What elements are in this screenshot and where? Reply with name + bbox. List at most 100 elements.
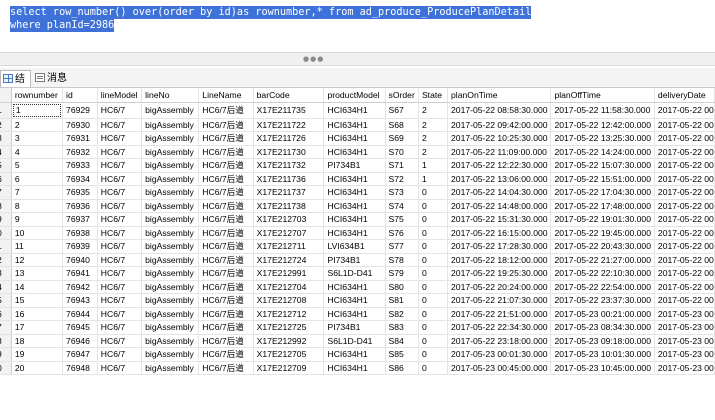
cell-lineno[interactable]: bigAssembly (141, 320, 200, 335)
cell-barcode[interactable]: X17E212992 (253, 334, 325, 348)
table-row[interactable]: 2276930HC6/7bigAssemblyHC6/7后道X17E211722… (0, 118, 715, 132)
cell-linemodel[interactable]: HC6/7 (97, 320, 143, 335)
cell-linemodel[interactable]: HC6/7 (97, 102, 143, 119)
cell-sorder[interactable]: S85 (385, 347, 419, 362)
cell-id[interactable]: 76936 (62, 199, 98, 213)
cell-planofftime[interactable]: 2017-05-23 10:01:30.000 (550, 347, 655, 362)
cell-sorder[interactable]: S70 (385, 145, 419, 159)
table-row[interactable]: 4476932HC6/7bigAssemblyHC6/7后道X17E211730… (0, 145, 715, 159)
cell-linename[interactable]: HC6/7后道 (198, 118, 254, 132)
cell-sorder[interactable]: S68 (385, 118, 419, 132)
row-header[interactable]: 4 (0, 280, 12, 294)
row-header[interactable]: 8 (0, 199, 12, 213)
table-row[interactable]: 91976947HC6/7bigAssemblyHC6/7后道X17E21270… (0, 347, 715, 362)
cell-barcode[interactable]: X17E212708 (253, 293, 325, 308)
cell-planontime[interactable]: 2017-05-22 14:48:00.000 (447, 199, 552, 213)
cell-id[interactable]: 76935 (62, 185, 98, 200)
cell-deliverydate[interactable]: 2017-05-22 00 (654, 253, 715, 267)
column-header-state[interactable]: State (418, 88, 449, 103)
cell-rownumber[interactable]: 14 (11, 280, 64, 294)
cell-productmodel[interactable]: HCI634H1 (323, 118, 386, 132)
column-header-sorder[interactable]: sOrder (385, 88, 419, 103)
row-header[interactable]: 4 (0, 145, 12, 159)
cell-linename[interactable]: HC6/7后道 (198, 158, 254, 173)
cell-barcode[interactable]: X17E211736 (253, 172, 325, 186)
cell-planontime[interactable]: 2017-05-22 21:51:00.000 (447, 307, 552, 321)
row-header[interactable]: 7 (0, 185, 12, 200)
cell-lineno[interactable]: bigAssembly (141, 172, 200, 186)
cell-linemodel[interactable]: HC6/7 (97, 131, 143, 146)
cell-planofftime[interactable]: 2017-05-22 19:45:00.000 (550, 226, 655, 240)
cell-sorder[interactable]: S77 (385, 239, 419, 254)
cell-state[interactable]: 0 (418, 320, 449, 335)
cell-linemodel[interactable]: HC6/7 (97, 347, 143, 362)
cell-state[interactable]: 0 (418, 334, 449, 348)
cell-lineno[interactable]: bigAssembly (141, 212, 200, 227)
row-header[interactable]: 6 (0, 307, 12, 321)
cell-barcode[interactable]: X17E212709 (253, 361, 325, 375)
cell-state[interactable]: 0 (418, 199, 449, 213)
cell-rownumber[interactable]: 7 (11, 185, 64, 200)
cell-planontime[interactable]: 2017-05-22 15:31:30.000 (447, 212, 552, 227)
cell-sorder[interactable]: S84 (385, 334, 419, 348)
table-row[interactable]: 11176939HC6/7bigAssemblyHC6/7后道X17E21271… (0, 239, 715, 254)
table-row[interactable]: 5576933HC6/7bigAssemblyHC6/7后道X17E211732… (0, 158, 715, 173)
cell-barcode[interactable]: X17E212705 (253, 347, 325, 362)
table-row[interactable]: 9976937HC6/7bigAssemblyHC6/7后道X17E212703… (0, 212, 715, 227)
cell-linemodel[interactable]: HC6/7 (97, 158, 143, 173)
cell-planofftime[interactable]: 2017-05-22 17:48:00.000 (550, 199, 655, 213)
cell-linemodel[interactable]: HC6/7 (97, 212, 143, 227)
cell-rownumber[interactable]: 11 (11, 239, 64, 254)
cell-sorder[interactable]: S81 (385, 293, 419, 308)
cell-rownumber[interactable]: 18 (11, 334, 64, 348)
cell-linename[interactable]: HC6/7后道 (198, 334, 254, 348)
cell-state[interactable]: 2 (418, 102, 449, 119)
cell-state[interactable]: 2 (418, 145, 449, 159)
cell-sorder[interactable]: S67 (385, 102, 419, 119)
cell-planontime[interactable]: 2017-05-22 08:58:30.000 (447, 102, 552, 119)
cell-lineno[interactable]: bigAssembly (141, 307, 200, 321)
cell-deliverydate[interactable]: 2017-05-22 00 (654, 280, 715, 294)
cell-planofftime[interactable]: 2017-05-22 15:51:00.000 (550, 172, 655, 186)
table-row[interactable]: 51576943HC6/7bigAssemblyHC6/7后道X17E21270… (0, 293, 715, 308)
cell-barcode[interactable]: X17E212704 (253, 280, 325, 294)
cell-linemodel[interactable]: HC6/7 (97, 253, 143, 267)
cell-deliverydate[interactable]: 2017-05-23 00 (654, 347, 715, 362)
cell-planofftime[interactable]: 2017-05-22 23:37:30.000 (550, 293, 655, 308)
cell-barcode[interactable]: X17E211737 (253, 185, 325, 200)
cell-sorder[interactable]: S82 (385, 307, 419, 321)
tab-results[interactable]: 结果 (0, 70, 31, 102)
cell-planontime[interactable]: 2017-05-22 11:09:00.000 (447, 145, 552, 159)
cell-linename[interactable]: HC6/7后道 (198, 212, 254, 227)
cell-id[interactable]: 76948 (62, 361, 98, 375)
cell-state[interactable]: 0 (418, 226, 449, 240)
cell-rownumber[interactable]: 12 (11, 253, 64, 267)
cell-productmodel[interactable]: HCI634H1 (323, 361, 386, 375)
cell-sorder[interactable]: S72 (385, 172, 419, 186)
column-header-rownumber[interactable]: rownumber (11, 88, 64, 103)
tab-messages[interactable]: 消息 (33, 70, 75, 87)
cell-linename[interactable]: HC6/7后道 (198, 320, 254, 335)
cell-deliverydate[interactable]: 2017-05-22 00 (654, 226, 715, 240)
cell-lineno[interactable]: bigAssembly (141, 131, 200, 146)
cell-id[interactable]: 76938 (62, 226, 98, 240)
row-header[interactable]: 0 (0, 226, 12, 240)
cell-productmodel[interactable]: HCI634H1 (323, 172, 386, 186)
cell-id[interactable]: 76929 (62, 102, 98, 119)
cell-barcode[interactable]: X17E212703 (253, 212, 325, 227)
cell-linemodel[interactable]: HC6/7 (97, 172, 143, 186)
cell-deliverydate[interactable]: 2017-05-22 00 (654, 266, 715, 281)
cell-state[interactable]: 0 (418, 293, 449, 308)
cell-lineno[interactable]: bigAssembly (141, 118, 200, 132)
cell-deliverydate[interactable]: 2017-05-22 00 (654, 185, 715, 200)
cell-planontime[interactable]: 2017-05-22 23:18:00.000 (447, 334, 552, 348)
cell-linemodel[interactable]: HC6/7 (97, 307, 143, 321)
cell-rownumber[interactable]: 8 (11, 199, 64, 213)
cell-planofftime[interactable]: 2017-05-23 10:45:00.000 (550, 361, 655, 375)
cell-planontime[interactable]: 2017-05-22 14:04:30.000 (447, 185, 552, 200)
cell-productmodel[interactable]: S6L1D-D41 (323, 334, 386, 348)
cell-linename[interactable]: HC6/7后道 (198, 347, 254, 362)
cell-linename[interactable]: HC6/7后道 (198, 199, 254, 213)
cell-barcode[interactable]: X17E212711 (253, 239, 325, 254)
cell-planofftime[interactable]: 2017-05-22 13:25:30.000 (550, 131, 655, 146)
